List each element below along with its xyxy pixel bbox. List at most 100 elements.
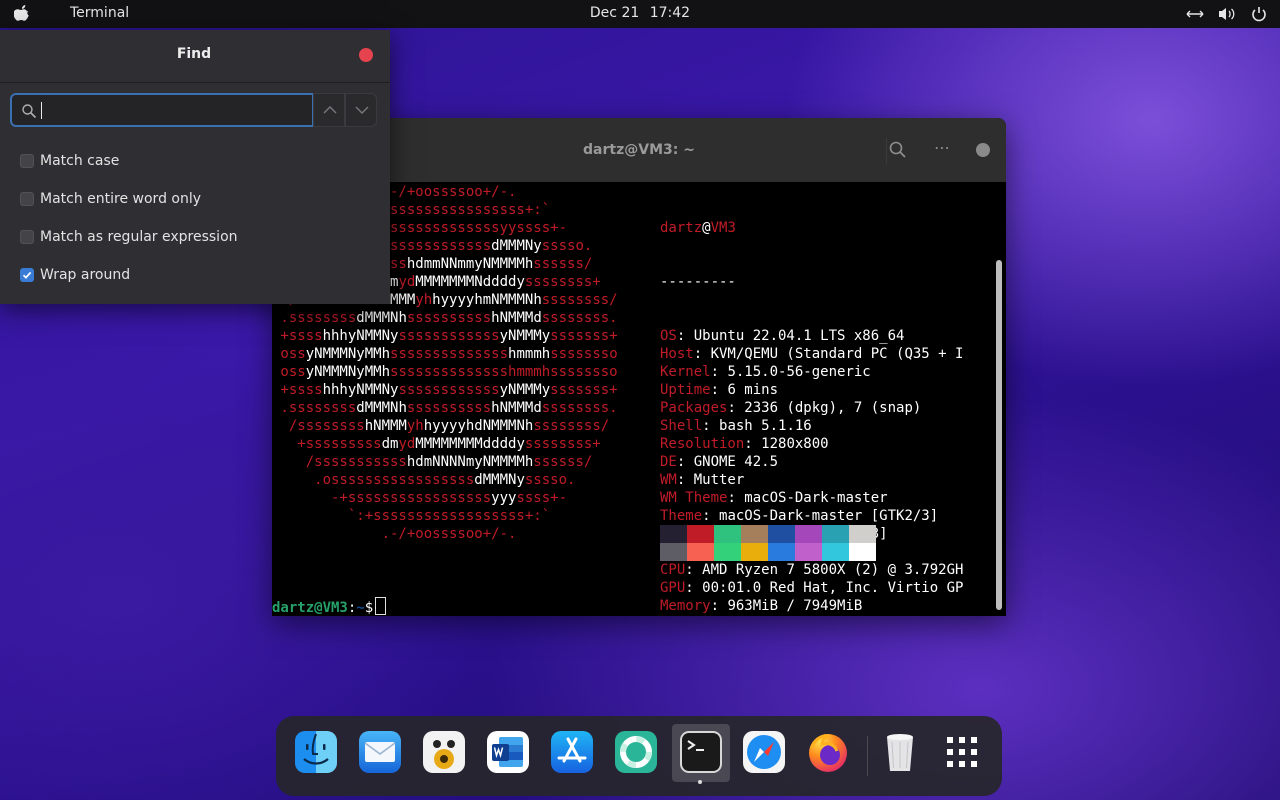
ascii-line: .ssssssssdMMMNhsssssssssshNMMMdssssssss. [272,310,618,326]
color-swatch [795,525,822,543]
match-regex-option[interactable]: Match as regular expression [20,227,238,247]
info-line: OS: Ubuntu 22.04.1 LTS x86_64 [660,328,905,344]
input-caret [41,102,42,119]
info-line: GPU: 00:01.0 Red Hat, Inc. Virtio GP [660,580,964,596]
power-icon[interactable] [1250,6,1268,22]
info-line: WM: Mutter [660,472,745,488]
wrap-around-checkbox[interactable] [20,268,34,282]
color-swatch [714,525,741,543]
clock[interactable]: Dec 21 17:42 [0,5,1280,21]
ascii-line: ossyNMMMNyMMhsssssssssssssshmmmhssssssso [272,364,618,380]
ascii-line: +sssshhhyNMMNyssssssssssssyNMMMysssssss+ [272,382,618,398]
rhythmbox-icon[interactable] [420,728,468,776]
info-line: Shell: bash 5.1.16 [660,418,812,434]
system-tray[interactable] [1186,6,1268,22]
ascii-line: +sssssssssdmydMMMMMMMMddddyssssssss+ [272,436,601,452]
info-line: Theme: macOS-Dark-master [GTK2/3] [660,508,939,524]
find-dialog[interactable]: Find Match case Match entire word only M… [0,30,390,304]
color-swatch [795,543,822,561]
info-line: Kernel: 5.15.0-56-generic [660,364,871,380]
match-regex-label: Match as regular expression [40,229,238,245]
app-store-icon[interactable] [548,728,596,776]
color-swatch [822,543,849,561]
clock-time: 17:42 [649,5,691,21]
help-icon[interactable] [612,728,660,776]
mail-icon[interactable] [356,728,404,776]
ascii-line: ossyNMMMNyMMhsssssssssssssshmmmhssssssso [272,346,618,362]
color-swatch [660,525,687,543]
info-line: Host: KVM/QEMU (Standard PC (Q35 + I [660,346,964,362]
clock-date: Dec 21 [589,5,640,21]
ascii-line: -+sssssssssssssssssyyyssss+- [272,490,568,506]
color-swatch [849,543,876,561]
shell-prompt[interactable]: dartz@VM3:~$ [272,597,387,616]
chevron-down-icon [355,106,369,114]
color-swatch [687,525,714,543]
trash-icon[interactable] [876,728,924,776]
find-dialog-header: Find [0,30,390,83]
search-icon [22,104,37,119]
running-indicator [698,780,702,784]
scrollbar[interactable] [996,260,1002,610]
color-swatch [660,543,687,561]
ascii-line: +sssshhhyNMMNyssssssssssssyNMMMysssssss+ [272,328,618,344]
chevron-up-icon [323,106,337,114]
ascii-line: .-/+oossssoo+/-. [272,526,517,542]
match-case-option[interactable]: Match case [20,151,119,171]
color-swatch [741,525,768,543]
match-case-label: Match case [40,153,120,169]
top-bar: Terminal Dec 21 17:42 [0,0,1280,28]
menu-more-icon[interactable]: ⋯ [934,138,951,157]
close-window-button[interactable] [976,143,990,157]
color-swatch [741,543,768,561]
info-line: DE: GNOME 42.5 [660,454,779,470]
terminal-icon[interactable] [677,728,725,776]
info-line: WM Theme: macOS-Dark-master [660,490,888,506]
firefox-icon[interactable] [804,728,852,776]
ascii-line: .osssssssssssssssssdMMMNysssso. [272,472,576,488]
user-host-line: dartz@VM3 [660,220,736,236]
ascii-line: /ssssssssssshdmNNNNmyNMMMMhssssss/ [272,454,593,470]
color-palette [660,525,876,561]
wrap-around-label: Wrap around [40,267,131,283]
app-grid-icon[interactable] [938,728,986,776]
checkmark-icon [22,271,32,279]
match-entire-word-label: Match entire word only [40,191,202,207]
color-swatch [768,525,795,543]
match-entire-word-checkbox[interactable] [20,192,34,206]
color-swatch [822,525,849,543]
find-dialog-title: Find [176,46,212,62]
close-button[interactable] [359,48,373,62]
ascii-line: .ssssssssdMMMNhsssssssssshNMMMdssssssss. [272,400,618,416]
match-entire-word-option[interactable]: Match entire word only [20,189,201,209]
color-swatch [768,543,795,561]
find-next-button[interactable] [345,93,377,127]
header-divider [886,138,887,164]
color-swatch [849,525,876,543]
finder-icon[interactable] [292,728,340,776]
network-icon[interactable] [1186,6,1204,22]
volume-icon[interactable] [1218,6,1236,22]
color-swatch [714,543,741,561]
info-line: Uptime: 6 mins [660,382,779,398]
match-regex-checkbox[interactable] [20,230,34,244]
find-previous-button[interactable] [313,93,345,127]
ascii-line: `:+ssssssssssssssssss+:` [272,508,551,524]
dock [276,716,1002,796]
search-input[interactable] [10,93,314,127]
safari-icon[interactable] [740,728,788,776]
info-line: CPU: AMD Ryzen 7 5800X (2) @ 3.792GH [660,562,964,578]
info-line: Resolution: 1280x800 [660,436,829,452]
text-cursor [375,597,387,615]
match-case-checkbox[interactable] [20,154,34,168]
info-lines: OS: Ubuntu 22.04.1 LTS x86_64 Host: KVM/Q… [660,327,963,615]
info-line: Memory: 963MiB / 7949MiB [660,598,863,614]
wrap-around-option[interactable]: Wrap around [20,265,130,285]
separator-line: --------- [660,274,736,290]
search-icon[interactable] [888,140,908,160]
info-line: Packages: 2336 (dpkg), 7 (snap) [660,400,922,416]
color-swatch [687,543,714,561]
ascii-line: /sssssssshNMMMyhhyyyyhdNMMMNhssssssss/ [272,418,610,434]
word-icon[interactable] [484,728,532,776]
dock-separator [867,736,868,776]
